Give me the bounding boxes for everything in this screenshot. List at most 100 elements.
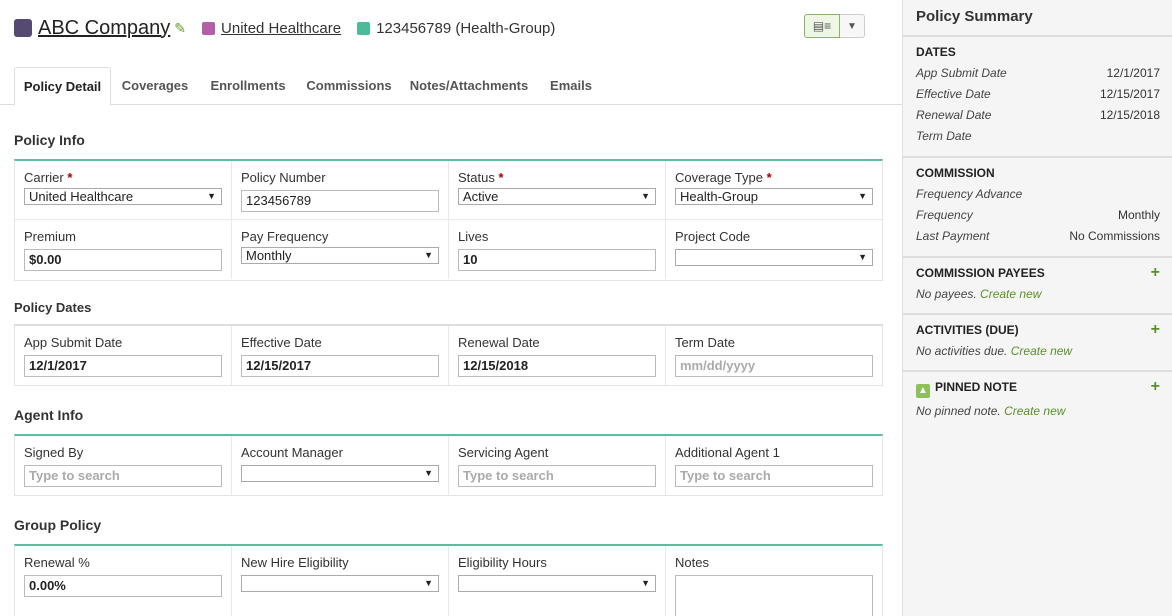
summary-key: Frequency <box>916 208 973 222</box>
summary-row: Renewal Date 12/15/2018 <box>916 105 1160 126</box>
agent-info-grid: Signed By Type to search Account Manager… <box>14 434 883 496</box>
pinned-note-empty-text: No pinned note. <box>916 404 1001 418</box>
actions-dropdown-button[interactable]: ▼ <box>840 14 865 38</box>
caret-down-icon: ▼ <box>847 20 857 32</box>
carrier-label: Carrier <box>24 170 64 185</box>
app-submit-date-input[interactable]: 12/1/2017 <box>24 355 222 377</box>
additional-agent-search-input[interactable]: Type to search <box>675 465 873 487</box>
summary-key: App Submit Date <box>916 66 1007 80</box>
commission-payees-heading: COMMISSION PAYEES <box>916 266 1045 280</box>
tab-commissions[interactable]: Commissions <box>305 67 393 105</box>
summary-key: Frequency Advance <box>916 187 1023 201</box>
document-list-button[interactable]: ▤≡ <box>804 14 840 38</box>
new-hire-eligibility-select[interactable]: ▼ <box>241 575 439 592</box>
app-submit-date-label: App Submit Date <box>24 335 123 350</box>
status-select[interactable]: Active ▼ <box>458 188 656 205</box>
edit-pencil-icon[interactable]: ✎ <box>174 20 186 37</box>
carrier-link[interactable]: United Healthcare <box>221 20 341 37</box>
policy-number-input[interactable]: 123456789 <box>241 190 439 212</box>
dropdown-arrow-icon: ▼ <box>641 578 650 588</box>
company-name-link[interactable]: ABC Company <box>38 17 170 40</box>
tab-notes-attachments[interactable]: Notes/Attachments <box>408 67 530 105</box>
pinned-note-heading: PINNED NOTE <box>935 380 1018 394</box>
required-asterisk: * <box>498 170 504 185</box>
pay-frequency-select[interactable]: Monthly ▼ <box>241 247 439 264</box>
add-activity-plus-icon[interactable]: + <box>1151 321 1160 339</box>
lives-label: Lives <box>458 229 489 244</box>
premium-label: Premium <box>24 229 77 244</box>
create-pinned-note-link[interactable]: Create new <box>1004 404 1065 418</box>
commission-heading: COMMISSION <box>916 166 995 180</box>
required-asterisk: * <box>67 170 73 185</box>
project-code-select[interactable]: ▼ <box>675 249 873 266</box>
dropdown-arrow-icon: ▼ <box>207 191 216 201</box>
renewal-percent-input[interactable]: 0.00% <box>24 575 222 597</box>
policy-info-grid: Carrier * United Healthcare ▼ Policy Numb… <box>14 159 883 281</box>
header-actions: ▤≡ ▼ <box>804 14 865 38</box>
add-payee-plus-icon[interactable]: + <box>1151 264 1160 282</box>
policy-group-id: 123456789 (Health-Group) <box>376 19 556 37</box>
tab-policy-detail[interactable]: Policy Detail <box>14 67 111 106</box>
activities-section: ACTIVITIES (DUE) + No activities due. Cre… <box>903 315 1172 372</box>
renewal-date-input[interactable]: 12/15/2018 <box>458 355 656 377</box>
required-asterisk: * <box>766 170 772 185</box>
carrier-select[interactable]: United Healthcare ▼ <box>24 188 222 205</box>
activities-empty-text: No activities due. <box>916 344 1008 358</box>
coverage-type-label: Coverage Type <box>675 170 763 185</box>
renewal-date-label: Renewal Date <box>458 335 540 350</box>
renewal-percent-label: Renewal % <box>24 555 90 570</box>
new-hire-eligibility-label: New Hire Eligibility <box>241 555 349 570</box>
policy-dates-heading: Policy Dates <box>14 300 92 315</box>
additional-agent-label: Additional Agent 1 <box>675 445 780 460</box>
premium-input[interactable]: $0.00 <box>24 249 222 271</box>
effective-date-input[interactable]: 12/15/2017 <box>241 355 439 377</box>
pin-icon: ▲ <box>916 384 930 398</box>
signed-by-search-input[interactable]: Type to search <box>24 465 222 487</box>
notes-textarea[interactable] <box>675 575 873 616</box>
status-label: Status <box>458 170 495 185</box>
summary-row: Frequency Monthly <box>916 205 1160 226</box>
tab-bar: Policy Detail Coverages Enrollments Comm… <box>0 67 902 106</box>
dropdown-arrow-icon: ▼ <box>424 578 433 588</box>
create-activity-link[interactable]: Create new <box>1011 344 1072 358</box>
lives-input[interactable]: 10 <box>458 249 656 271</box>
group-policy-heading: Group Policy <box>14 517 102 533</box>
summary-row: Term Date <box>916 126 1160 147</box>
policy-summary-sidebar: Policy Summary DATES App Submit Date 12/1… <box>902 0 1172 616</box>
project-code-label: Project Code <box>675 229 751 244</box>
account-manager-select[interactable]: ▼ <box>241 465 439 482</box>
dropdown-arrow-icon: ▼ <box>424 468 433 478</box>
summary-key: Last Payment <box>916 229 990 243</box>
summary-value: 12/15/2017 <box>1099 87 1160 101</box>
summary-row: Effective Date 12/15/2017 <box>916 84 1160 105</box>
term-date-input[interactable]: mm/dd/yyyy <box>675 355 873 377</box>
eligibility-hours-select[interactable]: ▼ <box>458 575 656 592</box>
status-select-value: Active <box>463 189 499 204</box>
pay-frequency-select-value: Monthly <box>246 248 292 263</box>
summary-key: Term Date <box>916 129 972 143</box>
summary-row: App Submit Date 12/1/2017 <box>916 63 1160 84</box>
carrier-select-value: United Healthcare <box>29 189 134 204</box>
summary-value: 12/1/2017 <box>1106 66 1160 80</box>
dropdown-arrow-icon: ▼ <box>424 250 433 260</box>
servicing-agent-search-input[interactable]: Type to search <box>458 465 656 487</box>
servicing-agent-label: Servicing Agent <box>458 445 549 460</box>
policy-summary-title: Policy Summary <box>903 0 1172 37</box>
term-date-label: Term Date <box>675 335 735 350</box>
activities-heading: ACTIVITIES (DUE) <box>916 323 1019 337</box>
tab-coverages[interactable]: Coverages <box>118 67 192 105</box>
tab-emails[interactable]: Emails <box>544 67 598 105</box>
create-payee-link[interactable]: Create new <box>980 287 1041 301</box>
pinned-note-section: ▲ PINNED NOTE + No pinned note. Create new <box>903 372 1172 432</box>
dropdown-arrow-icon: ▼ <box>641 191 650 201</box>
eligibility-hours-label: Eligibility Hours <box>458 555 547 570</box>
coverage-type-select-value: Health-Group <box>680 189 759 204</box>
commission-payees-section: COMMISSION PAYEES + No payees. Create new <box>903 258 1172 315</box>
tab-enrollments[interactable]: Enrollments <box>206 67 290 105</box>
coverage-type-select[interactable]: Health-Group ▼ <box>675 188 873 205</box>
signed-by-label: Signed By <box>24 445 84 460</box>
dropdown-arrow-icon: ▼ <box>858 252 867 262</box>
add-pinned-note-plus-icon[interactable]: + <box>1151 378 1160 396</box>
summary-value: 12/15/2018 <box>1099 108 1160 122</box>
notes-label: Notes <box>675 555 709 570</box>
